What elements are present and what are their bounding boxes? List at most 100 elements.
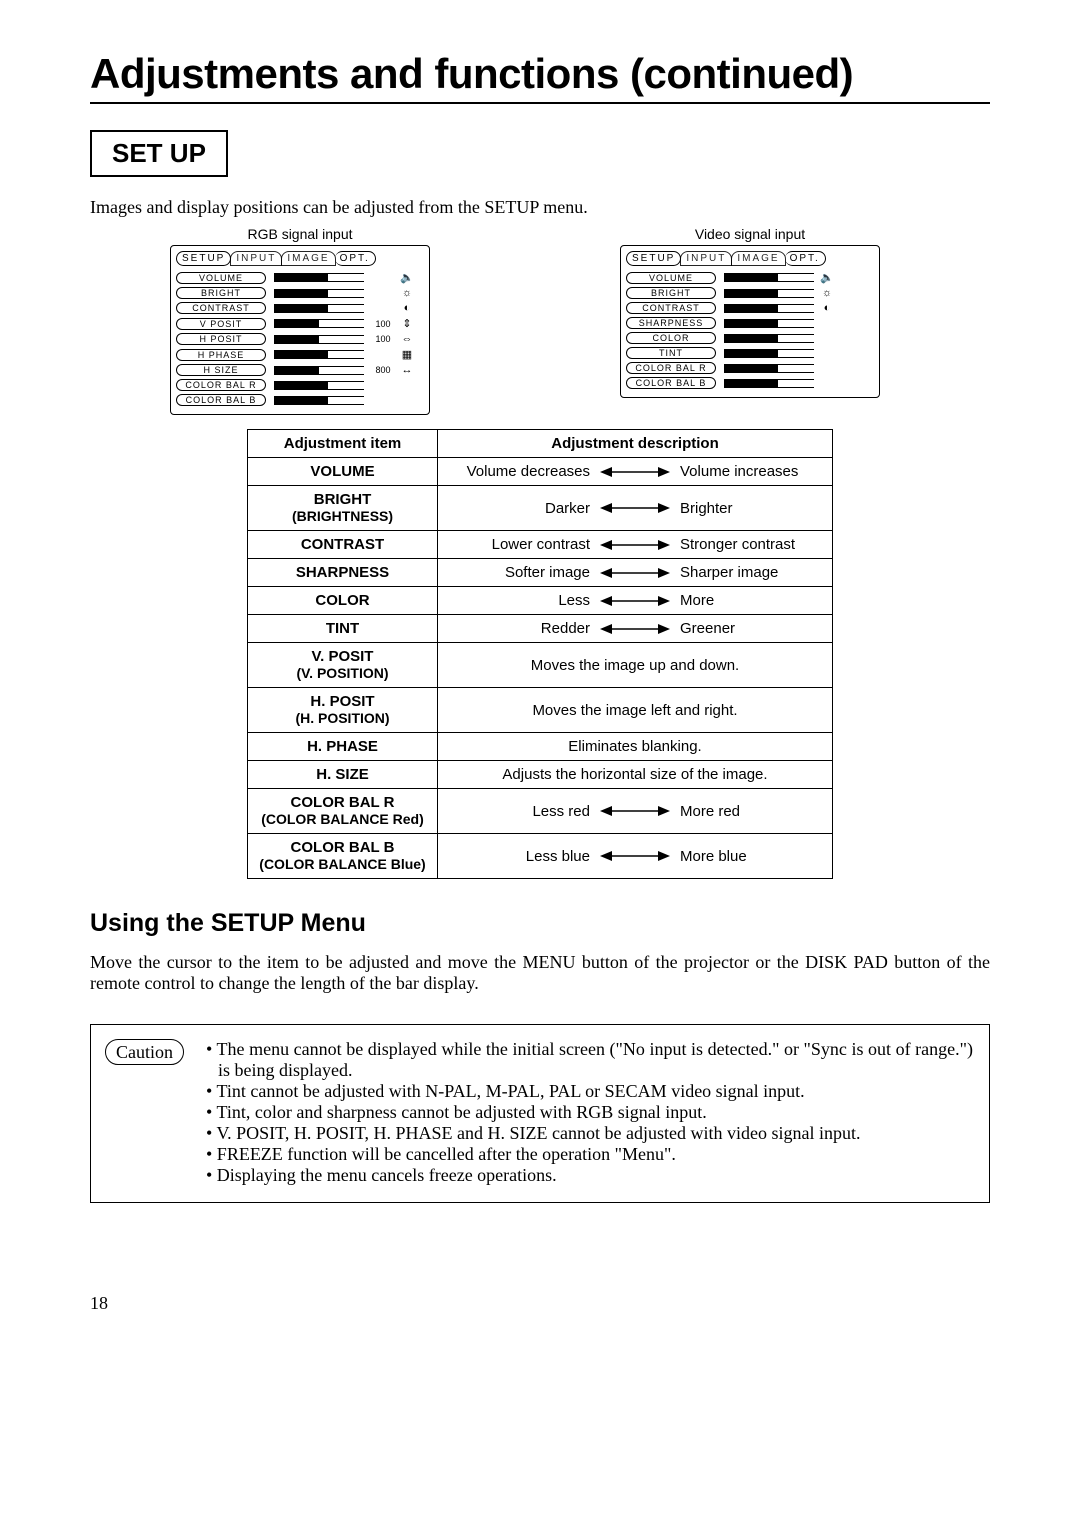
osd-item-label: V POSIT (176, 318, 266, 330)
osd-bar (724, 289, 814, 298)
osd-row-item: CONTRAST ◐ (626, 302, 874, 314)
osd-item-label: VOLUME (176, 272, 266, 284)
adjustment-row: BRIGHT(BRIGHTNESS)DarkerBrighter (248, 486, 833, 531)
osd-icon: ◐ (818, 302, 836, 314)
adjustment-row: CONTRASTLower contrastStronger contrast (248, 531, 833, 559)
osd-row-item: H PHASE ▦ (176, 348, 424, 361)
osd-item-label: BRIGHT (176, 287, 266, 299)
osd-icon: ↔ (398, 364, 416, 376)
adjustment-description: Less redMore red (438, 789, 833, 834)
caution-item: • Tint, color and sharpness cannot be ad… (206, 1102, 973, 1123)
caution-item: • Tint cannot be adjusted with N-PAL, M-… (206, 1081, 973, 1102)
osd-item-label: CONTRAST (176, 302, 266, 314)
osd-video-tabs: SETUP INPUT IMAGE OPT. (626, 251, 874, 266)
adjustment-row: H. POSIT(H. POSITION)Moves the image lef… (248, 688, 833, 733)
page: Adjustments and functions (continued) SE… (0, 0, 1080, 1354)
adjustment-row: H. SIZEAdjusts the horizontal size of th… (248, 761, 833, 789)
adjustment-item: BRIGHT(BRIGHTNESS) (248, 486, 438, 531)
osd-tab: IMAGE (281, 251, 335, 266)
adjustment-row: SHARPNESSSofter imageSharper image (248, 559, 833, 587)
osd-bar (274, 319, 364, 328)
osd-row-item: COLOR BAL R (626, 362, 874, 374)
osd-bar (274, 366, 364, 375)
osd-rgb-caption: RGB signal input (170, 226, 430, 242)
adjustment-description: Less blueMore blue (438, 834, 833, 879)
body-paragraph: Move the cursor to the item to be adjust… (90, 952, 990, 994)
osd-video-column: Video signal input SETUP INPUT IMAGE OPT… (620, 226, 880, 415)
osd-bar (274, 381, 364, 390)
caution-item: • FREEZE function will be cancelled afte… (206, 1144, 973, 1165)
osd-video-rows: VOLUME🔈 BRIGHT☼ CONTRAST ◐ SHARPNESS COLOR TIN… (626, 271, 874, 389)
osd-row-item: COLOR BAL B (626, 377, 874, 389)
osd-rgb-rows: VOLUME🔈BRIGHT☼CONTRAST◐V POSIT100⇕H POSI… (176, 271, 424, 406)
osd-bar (274, 335, 364, 344)
osd-bar (724, 304, 814, 313)
adjustment-description: DarkerBrighter (438, 486, 833, 531)
osd-row-item: BRIGHT☼ (626, 287, 874, 299)
adjustment-row: VOLUMEVolume decreasesVolume increases (248, 458, 833, 486)
osd-video-caption: Video signal input (620, 226, 880, 242)
adjustment-row: TINTRedderGreener (248, 615, 833, 643)
osd-row-item: VOLUME🔈 (626, 271, 874, 284)
osd-bar (724, 319, 814, 328)
osd-item-label: VOLUME (626, 272, 716, 284)
osd-icon: ⇕ (398, 317, 416, 330)
osd-row-item: TINT (626, 347, 874, 359)
osd-item-label: COLOR BAL B (626, 377, 716, 389)
adjustment-row: V. POSIT(V. POSITION)Moves the image up … (248, 643, 833, 688)
caution-label: Caution (105, 1039, 184, 1065)
osd-row-item: COLOR BAL B (176, 394, 424, 406)
osd-icon: ▦ (398, 348, 416, 361)
osd-item-label: H POSIT (176, 333, 266, 345)
adjustment-description: Softer imageSharper image (438, 559, 833, 587)
osd-item-label: COLOR BAL R (626, 362, 716, 374)
page-title: Adjustments and functions (continued) (90, 50, 990, 98)
adjustment-description: Adjusts the horizontal size of the image… (438, 761, 833, 789)
osd-bar (724, 273, 814, 282)
osd-bar (724, 334, 814, 343)
osd-tab: SETUP (176, 251, 231, 266)
adjustment-row: COLORLessMore (248, 587, 833, 615)
adjustment-tbody: VOLUMEVolume decreasesVolume increasesBR… (248, 458, 833, 879)
adjustment-item: COLOR (248, 587, 438, 615)
osd-bar (274, 350, 364, 359)
osd-rgb-panel: SETUP INPUT IMAGE OPT. VOLUME🔈BRIGHT☼CON… (170, 245, 430, 415)
intro-paragraph: Images and display positions can be adju… (90, 197, 990, 218)
osd-item-label: H SIZE (176, 364, 266, 376)
adjustment-item: H. POSIT(H. POSITION) (248, 688, 438, 733)
osd-item-label: H PHASE (176, 349, 266, 361)
osd-bar (274, 396, 364, 405)
adjustment-description: Volume decreasesVolume increases (438, 458, 833, 486)
osd-icon: ☼ (818, 287, 836, 299)
osd-bar (724, 364, 814, 373)
osd-row-item: SHARPNESS (626, 317, 874, 329)
osd-item-label: TINT (626, 347, 716, 359)
adjustment-item: SHARPNESS (248, 559, 438, 587)
osd-tab: INPUT (680, 251, 732, 266)
adjustment-head-item: Adjustment item (248, 430, 438, 458)
osd-rgb-column: RGB signal input SETUP INPUT IMAGE OPT. … (170, 226, 430, 415)
osd-item-label: SHARPNESS (626, 317, 716, 329)
adjustment-head-desc: Adjustment description (438, 430, 833, 458)
osd-value: 800 (368, 365, 398, 375)
osd-tab: IMAGE (731, 251, 785, 266)
osd-icon: 🔈 (398, 271, 416, 284)
osd-item-label: COLOR (626, 332, 716, 344)
adjustment-item: H. SIZE (248, 761, 438, 789)
osd-icon: ☼ (398, 287, 416, 299)
adjustment-table: Adjustment item Adjustment description V… (247, 429, 833, 879)
title-underline (90, 102, 990, 104)
osd-item-label: CONTRAST (626, 302, 716, 314)
caution-item: • V. POSIT, H. POSIT, H. PHASE and H. SI… (206, 1123, 973, 1144)
adjustment-description: RedderGreener (438, 615, 833, 643)
adjustment-row: H. PHASEEliminates blanking. (248, 733, 833, 761)
caution-item: • Displaying the menu cancels freeze ope… (206, 1165, 973, 1186)
adjustment-description: Moves the image left and right. (438, 688, 833, 733)
osd-icon: ◐ (398, 302, 416, 314)
osd-row-item: BRIGHT ☼ (176, 287, 424, 299)
adjustment-item: VOLUME (248, 458, 438, 486)
page-number: 18 (90, 1293, 990, 1314)
osd-bar (274, 289, 364, 298)
setup-heading-box: SET UP (90, 130, 228, 177)
adjustment-row: COLOR BAL B(COLOR BALANCE Blue)Less blue… (248, 834, 833, 879)
